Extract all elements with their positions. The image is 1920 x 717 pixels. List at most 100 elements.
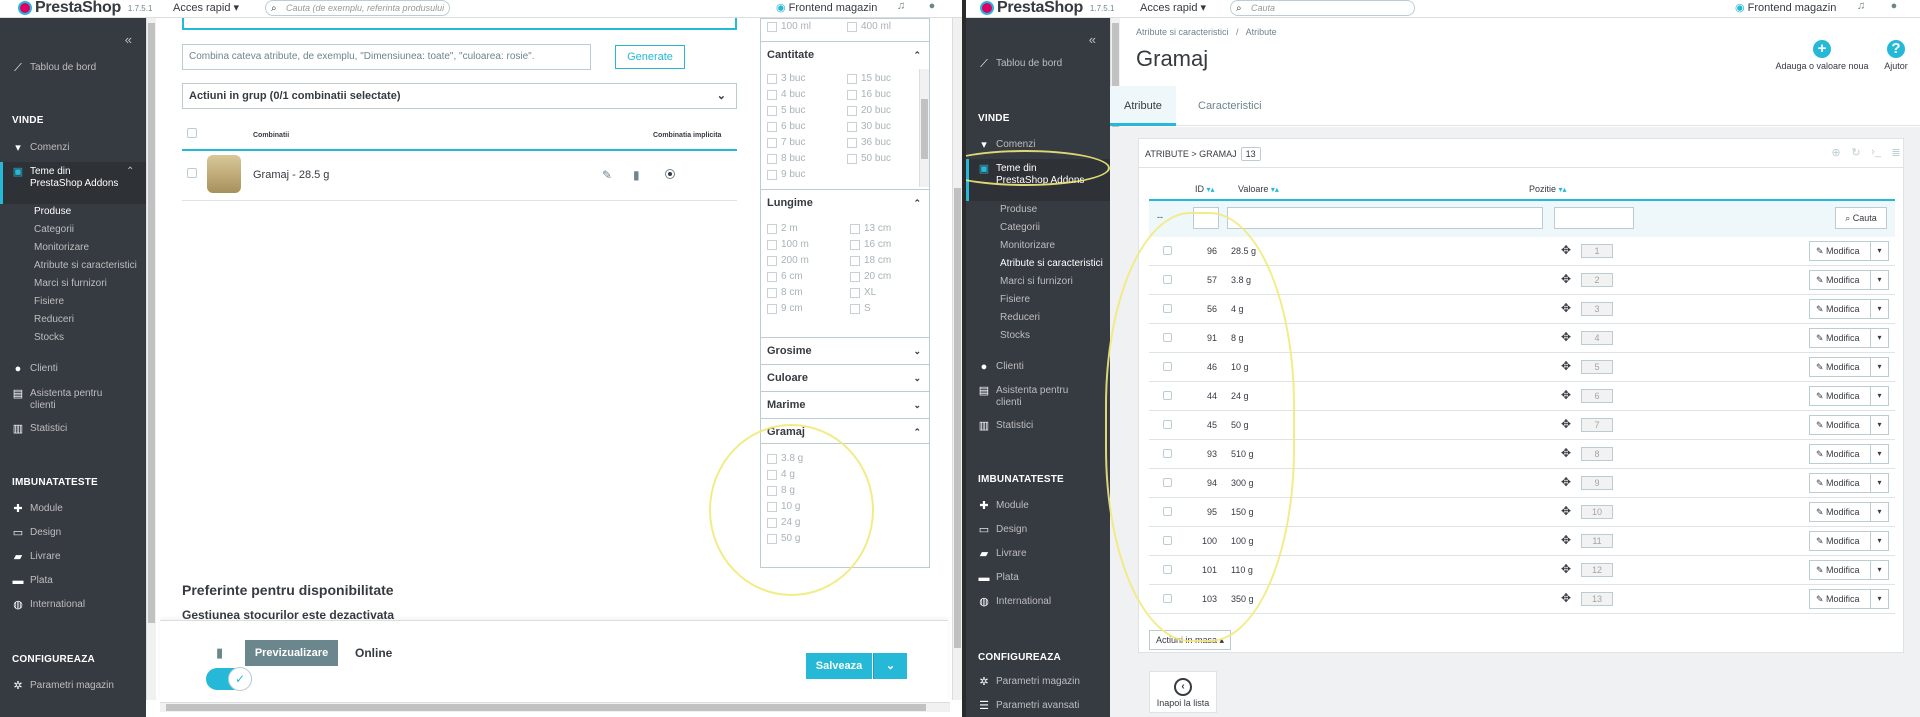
prestashop-logo[interactable]: PrestaShop 1.7.5.1 [18, 0, 152, 16]
edit-button[interactable]: ✎ Modifica ▾ [1809, 415, 1889, 435]
move-icon[interactable]: ✥ [1561, 330, 1571, 344]
sidebar-sub-discounts[interactable]: Reduceri [34, 314, 74, 325]
sidebar-item-themes[interactable]: ▣ Teme din PrestaShop Addons ⌃ [0, 162, 146, 204]
user-icon[interactable]: ● [1887, 0, 1901, 14]
sidebar-sub-attributes[interactable]: Atribute si caracteristici [1000, 258, 1103, 269]
filter-option[interactable]: S [850, 303, 871, 314]
sidebar-item-shop-params[interactable]: ✲ Parametri magazin [966, 676, 1110, 688]
move-icon[interactable]: ✥ [1561, 243, 1571, 257]
filter-option[interactable]: 8 g [767, 485, 795, 496]
edit-button[interactable]: ✎ Modifica ▾ [1809, 473, 1889, 493]
table-row[interactable]: 93 510 g ✥ 8 ✎ Modifica ▾ [1149, 440, 1895, 469]
filter-option[interactable]: 200 m [767, 255, 809, 266]
sidebar-item-themes[interactable]: ▣ Teme din PrestaShop Addons [966, 159, 1110, 201]
filter-header-grosime[interactable]: Grosime ⌄ [761, 337, 929, 363]
sidebar-item-clients[interactable]: ● Clienti [966, 361, 1110, 373]
edit-button[interactable]: ✎ Modifica ▾ [1809, 531, 1889, 551]
search-input[interactable]: ⌕ Cauta (de exemplu, referinta produsulu… [265, 0, 450, 16]
save-button[interactable]: Salveaza [806, 653, 872, 679]
trash-icon[interactable]: ▮ [633, 168, 640, 182]
row-checkbox[interactable] [1163, 478, 1172, 487]
add-icon[interactable]: ⊕ [1829, 146, 1843, 160]
sidebar-item-orders[interactable]: ▾ Comenzi [0, 142, 146, 154]
sidebar-sub-brands[interactable]: Marci si furnizori [1000, 276, 1073, 287]
row-checkbox[interactable] [1163, 246, 1172, 255]
edit-button[interactable]: ✎ Modifica ▾ [1809, 299, 1889, 319]
move-icon[interactable]: ✥ [1561, 446, 1571, 460]
move-icon[interactable]: ✥ [1561, 272, 1571, 286]
sidebar-item-modules[interactable]: ✚ Module [966, 500, 1110, 512]
row-checkbox[interactable] [1163, 507, 1172, 516]
filter-header-gramaj[interactable]: Gramaj ⌃ [761, 418, 929, 444]
filter-scrollbar[interactable] [919, 69, 929, 187]
edit-button[interactable]: ✎ Modifica ▾ [1809, 444, 1889, 464]
combine-attributes-input[interactable]: Combina cateva atribute, de exemplu, "Di… [182, 44, 591, 70]
sidebar-item-design[interactable]: ▭ Design [966, 524, 1110, 536]
filter-option[interactable]: 100 ml [767, 21, 811, 32]
filter-option[interactable]: 20 cm [850, 271, 891, 282]
database-icon[interactable]: ≣ [1889, 146, 1903, 160]
sidebar-sub-attributes[interactable]: Atribute si caracteristici [34, 260, 137, 271]
back-to-list-button[interactable]: ‹ Inapoi la lista [1149, 671, 1217, 713]
table-row[interactable]: 45 50 g ✥ 7 ✎ Modifica ▾ [1149, 411, 1895, 440]
move-icon[interactable]: ✥ [1561, 533, 1571, 547]
sidebar-item-design[interactable]: ▭ Design [0, 527, 146, 539]
filter-option[interactable]: 24 g [767, 517, 800, 528]
move-icon[interactable]: ✥ [1561, 562, 1571, 576]
table-row[interactable]: 96 28.5 g ✥ 1 ✎ Modifica ▾ [1149, 237, 1895, 266]
generate-button[interactable]: Generate [615, 45, 685, 69]
sql-icon[interactable]: ›_ [1869, 146, 1883, 160]
edit-button[interactable]: ✎ Modifica ▾ [1809, 357, 1889, 377]
bulk-actions-button[interactable]: Actiuni in masa ▴ [1149, 630, 1232, 650]
sidebar-item-dashboard[interactable]: ⟋ Tablou de bord [0, 62, 146, 74]
online-toggle[interactable]: ✓ [206, 667, 252, 691]
collapse-icon[interactable]: « [1089, 32, 1096, 47]
user-icon[interactable]: ● [925, 0, 939, 14]
table-row[interactable]: 100 100 g ✥ 11 ✎ Modifica ▾ [1149, 527, 1895, 556]
sidebar-sub-monitoring[interactable]: Monitorizare [34, 242, 89, 253]
filter-option[interactable]: 8 cm [767, 287, 803, 298]
move-icon[interactable]: ✥ [1561, 504, 1571, 518]
filter-option[interactable]: 15 buc [847, 73, 891, 84]
filter-option[interactable]: 4 buc [767, 89, 805, 100]
filter-option[interactable]: 30 buc [847, 121, 891, 132]
filter-header-lungime[interactable]: Lungime ⌃ [761, 189, 929, 215]
sidebar-sub-products[interactable]: Produse [1000, 204, 1037, 215]
row-checkbox[interactable] [1163, 275, 1172, 284]
filter-option[interactable]: 2 m [767, 223, 798, 234]
row-checkbox[interactable] [1163, 594, 1172, 603]
help-button[interactable]: ? Ajutor [1878, 40, 1914, 71]
page-scrollbar[interactable] [952, 18, 962, 700]
row-checkbox[interactable] [1163, 565, 1172, 574]
frontend-link[interactable]: ◉ Frontend magazin [776, 1, 877, 14]
filter-option[interactable]: 16 cm [850, 239, 891, 250]
row-checkbox[interactable] [1163, 536, 1172, 545]
sidebar-item-payment[interactable]: ▬ Plata [966, 572, 1110, 584]
filter-option[interactable]: 4 g [767, 469, 795, 480]
filter-option[interactable]: 3 buc [767, 73, 805, 84]
breadcrumb-parent[interactable]: Atribute si caracteristici [1136, 27, 1229, 37]
table-row[interactable]: 57 3.8 g ✥ 2 ✎ Modifica ▾ [1149, 266, 1895, 295]
table-row[interactable]: 46 10 g ✥ 5 ✎ Modifica ▾ [1149, 353, 1895, 382]
save-options-chevron-icon[interactable]: ⌄ [873, 653, 907, 679]
quick-access-menu[interactable]: Acces rapid ▾ [173, 1, 239, 14]
filter-id-input[interactable] [1193, 207, 1219, 229]
sidebar-sub-brands[interactable]: Marci si furnizori [34, 278, 107, 289]
filter-option[interactable]: 7 buc [767, 137, 805, 148]
sidebar-sub-files[interactable]: Fisiere [1000, 294, 1030, 305]
col-position[interactable]: Pozitie ▾▴ [1529, 184, 1567, 194]
default-radio[interactable] [665, 169, 675, 179]
sidebar-sub-categories[interactable]: Categorii [34, 224, 74, 235]
sidebar-sub-stocks[interactable]: Stocks [34, 332, 64, 343]
sidebar-sub-monitoring[interactable]: Monitorizare [1000, 240, 1055, 251]
refresh-icon[interactable]: ↻ [1849, 146, 1863, 160]
trash-icon[interactable]: ▮ [216, 645, 223, 661]
collapse-icon[interactable]: « [125, 32, 132, 47]
sidebar-item-shipping[interactable]: ▰ Livrare [966, 548, 1110, 560]
edit-icon[interactable]: ✎ [602, 168, 612, 182]
filter-option[interactable]: 9 cm [767, 303, 803, 314]
sidebar-item-support[interactable]: ▤ Asistenta pentru clienti [966, 385, 1110, 409]
filter-header-culoare[interactable]: Culoare ⌄ [761, 364, 929, 390]
tab-attributes[interactable]: Atribute [1110, 86, 1176, 126]
col-value[interactable]: Valoare ▾▴ [1238, 184, 1279, 194]
